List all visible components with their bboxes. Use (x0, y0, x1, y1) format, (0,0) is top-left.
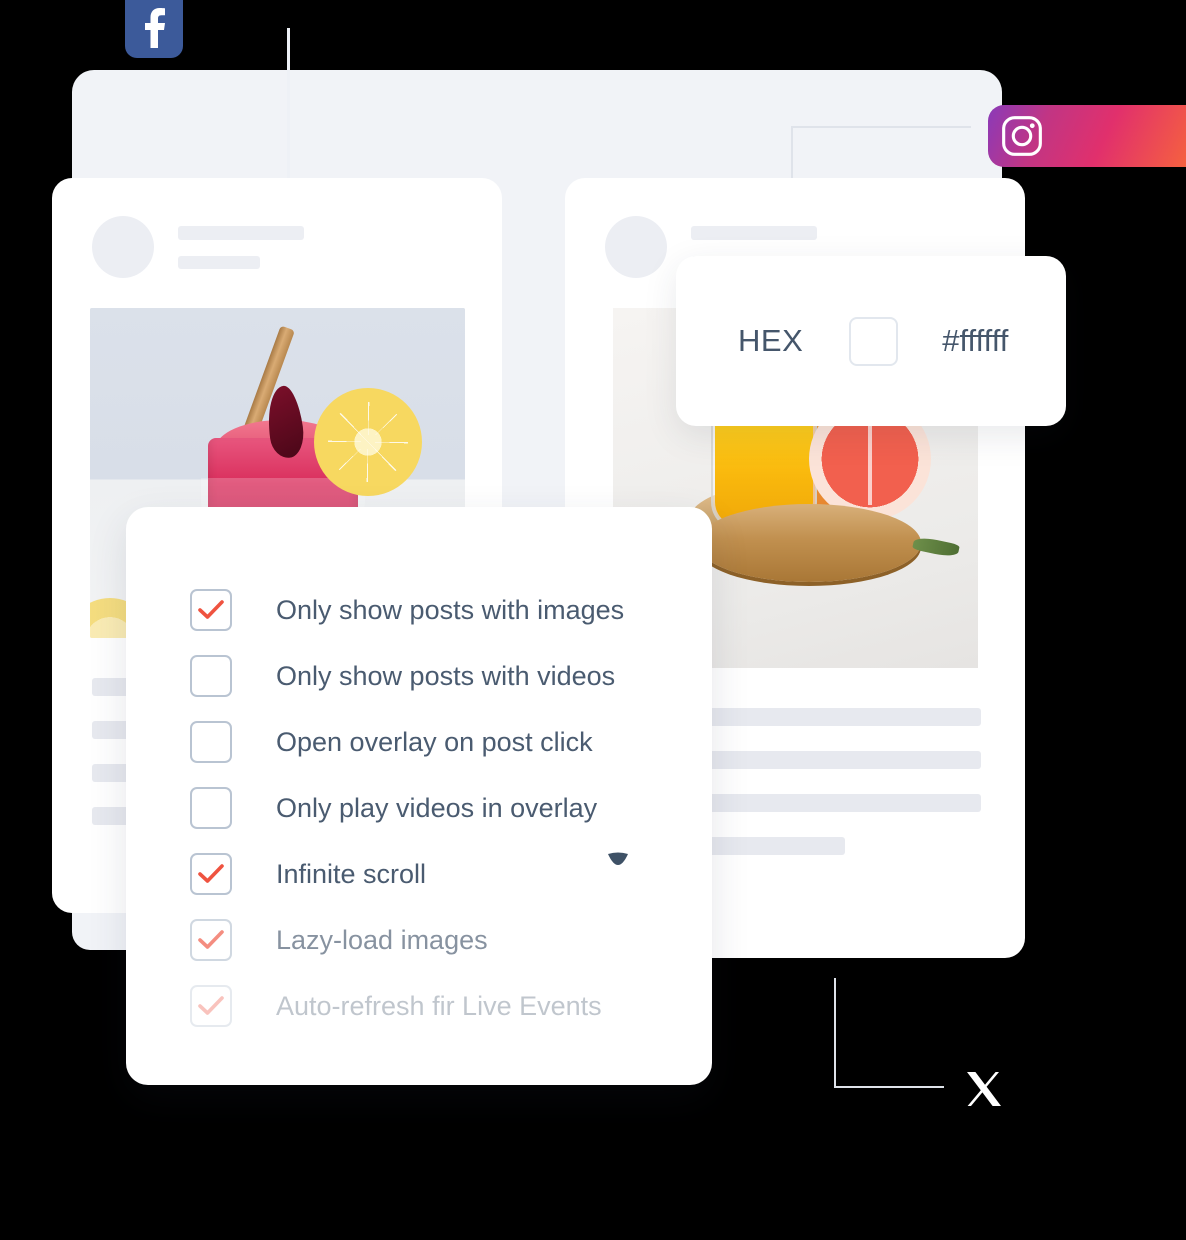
hex-value-field[interactable]: #ffffff (942, 323, 1008, 359)
checkbox-row[interactable]: Only play videos in overlay (126, 775, 712, 841)
facebook-f-glyph (145, 8, 165, 48)
checkbox-label: Only show posts with images (276, 594, 625, 625)
hex-label: HEX (738, 323, 804, 358)
settings-checkbox-panel: Only show posts with images Only show pos… (126, 507, 712, 1085)
chevron-down-icon[interactable] (607, 852, 629, 866)
check-mark-icon (198, 930, 224, 949)
checkbox-label: Only show posts with videos (276, 660, 616, 691)
checkbox-label: Auto-refresh fir Live Events (276, 990, 602, 1021)
checkbox-checked[interactable] (190, 919, 232, 961)
checkbox-row[interactable]: Only show posts with images (126, 577, 712, 643)
connector-line-instagram-horizontal (791, 126, 971, 128)
check-mark-icon (198, 864, 224, 883)
checkbox-unchecked[interactable] (190, 787, 232, 829)
checkbox-row[interactable]: Infinite scroll (126, 841, 712, 907)
skeleton-name-bar (178, 225, 304, 240)
avatar (92, 216, 154, 278)
checkbox-label: Lazy-load images (276, 924, 488, 955)
checkbox-unchecked[interactable] (190, 721, 232, 763)
check-mark-icon (198, 996, 224, 1015)
skeleton-handle-bar (178, 255, 260, 269)
checkbox-checked[interactable] (190, 853, 232, 895)
facebook-icon[interactable] (125, 0, 183, 58)
check-mark-icon (198, 600, 224, 619)
skeleton-name-bar (691, 225, 817, 240)
hex-color-swatch[interactable] (849, 316, 899, 366)
x-logo-glyph (967, 1072, 1001, 1106)
connector-line-x-vertical (834, 978, 836, 1088)
avatar (605, 216, 667, 278)
composite-illustration: HEX #ffffff Only show posts with images O… (0, 0, 1186, 1240)
instagram-icon[interactable] (988, 105, 1186, 167)
checkbox-label: Infinite scroll (276, 858, 427, 889)
connector-line-x-horizontal (834, 1086, 944, 1088)
post-header-skeleton (52, 178, 502, 278)
instagram-camera-glyph (1002, 116, 1042, 156)
checkbox-row[interactable]: Auto-refresh fir Live Events (126, 973, 712, 1039)
hex-color-panel: HEX #ffffff (676, 256, 1066, 426)
checkbox-label: Only play videos in overlay (276, 792, 598, 823)
checkbox-row[interactable]: Lazy-load images (126, 907, 712, 973)
checkbox-checked[interactable] (190, 985, 232, 1027)
checkbox-checked[interactable] (190, 589, 232, 631)
checkbox-row[interactable]: Only show posts with videos (126, 643, 712, 709)
x-twitter-icon[interactable] (963, 1068, 1005, 1110)
checkbox-row[interactable]: Open overlay on post click (126, 709, 712, 775)
checkbox-label: Open overlay on post click (276, 726, 593, 757)
checkbox-unchecked[interactable] (190, 655, 232, 697)
